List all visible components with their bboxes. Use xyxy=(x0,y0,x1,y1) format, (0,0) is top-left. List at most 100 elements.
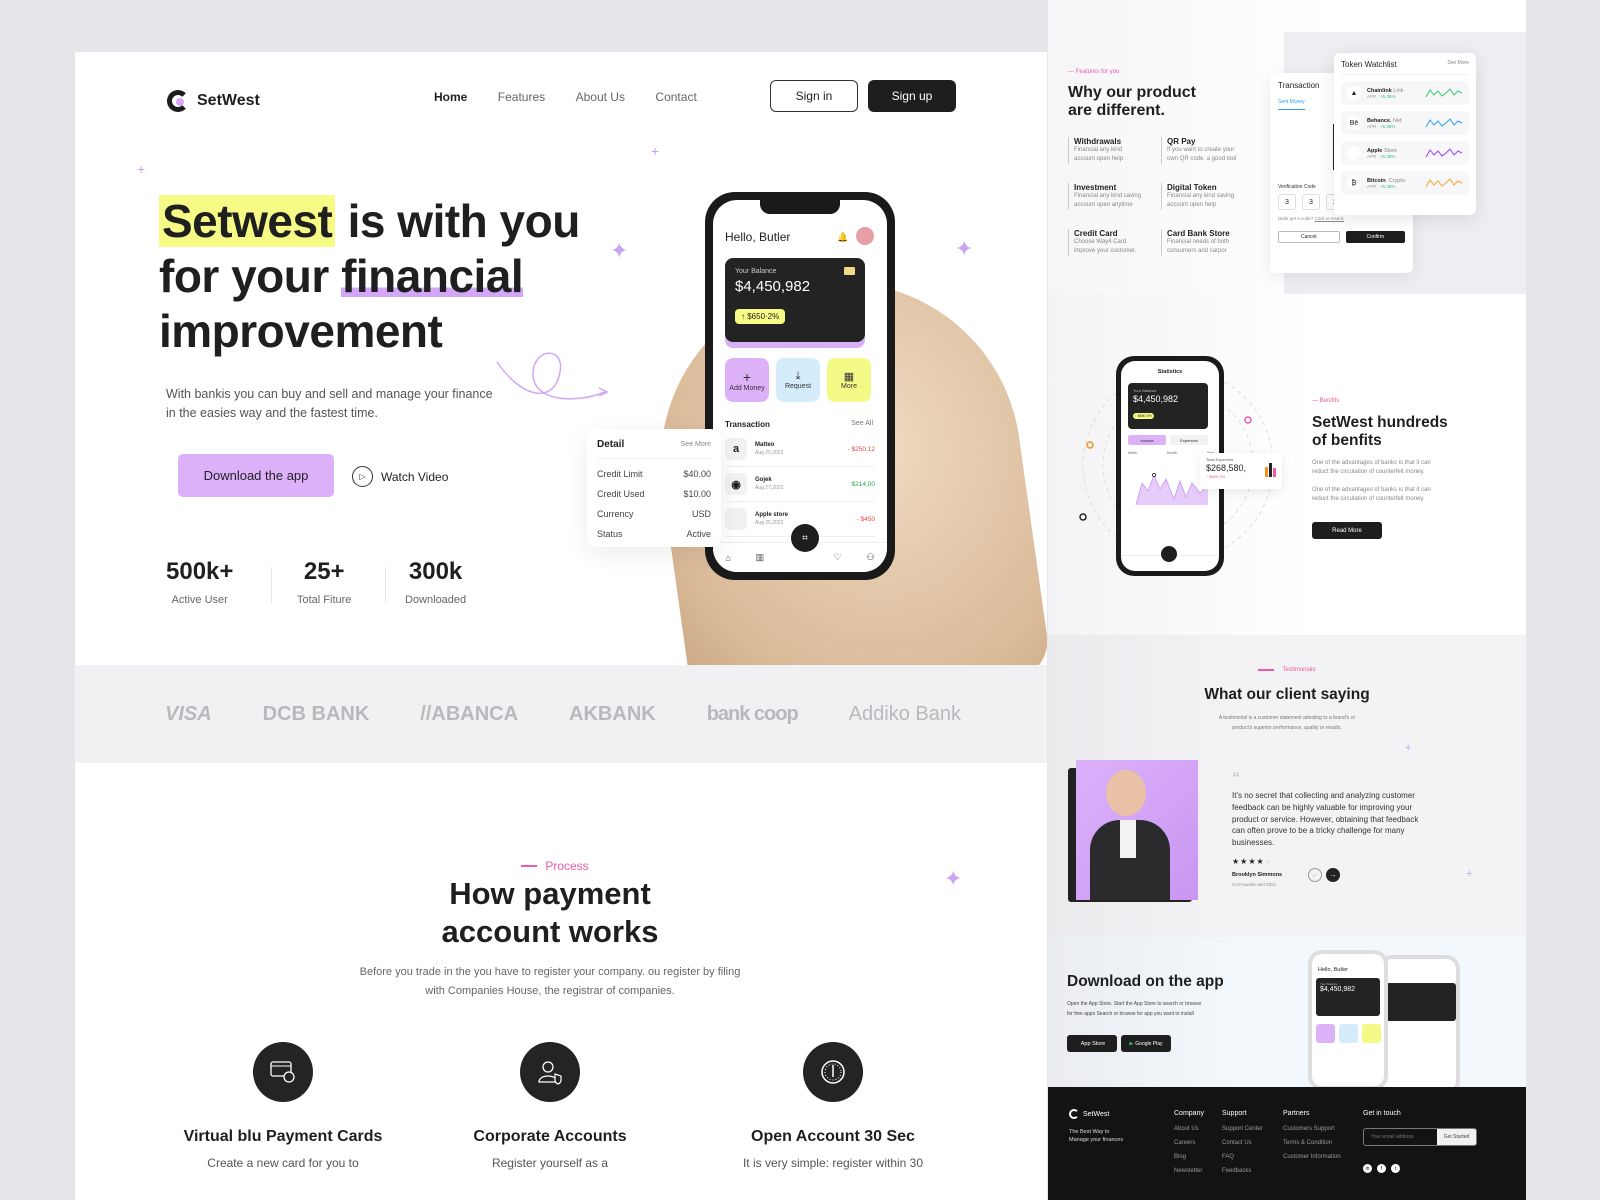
watchlist-row[interactable]: Apple Store APR . +5.35% xyxy=(1341,141,1469,165)
amazon-icon: a xyxy=(725,438,747,460)
nav-about[interactable]: About Us xyxy=(576,90,625,104)
app-store-button[interactable]: App Store xyxy=(1067,1035,1117,1052)
watch-video-button[interactable]: ▷ Watch Video xyxy=(352,466,448,487)
landing-page-main: SetWest Home Features About Us Contact S… xyxy=(75,52,1047,1200)
email-input[interactable] xyxy=(1364,1129,1437,1145)
expenses-tab[interactable]: Expences xyxy=(1170,435,1208,445)
phone-greeting: Hello, Butler xyxy=(725,230,791,244)
play-store-icon: ▶ xyxy=(1129,1040,1134,1047)
confirm-button[interactable]: Confirm xyxy=(1345,231,1405,243)
signin-button[interactable]: Sign in xyxy=(770,80,858,112)
download-phone-back xyxy=(1378,955,1460,1095)
watchlist-see-more[interactable]: See More xyxy=(1447,60,1469,69)
brand-visa: VISA xyxy=(165,702,212,725)
home-tab-icon[interactable]: ⌂ xyxy=(725,553,730,563)
benefits-tag: — Benifits xyxy=(1312,398,1340,404)
main-nav: Home Features About Us Contact xyxy=(434,88,723,106)
phone-notch xyxy=(760,200,840,214)
stats-balance-card: Your Balance $4,450,982 ↑ $650·2% xyxy=(1128,383,1208,429)
request-button[interactable]: ⤓ Request xyxy=(776,358,820,402)
download-title: Download on the app xyxy=(1067,973,1224,990)
arrow-left-icon: ← xyxy=(1311,871,1319,879)
detail-row: Status Active xyxy=(597,529,711,539)
token-icon: ▲ xyxy=(1347,86,1361,100)
benefits-paragraph: One of the advantages of banks is that i… xyxy=(1312,460,1431,475)
nav-features[interactable]: Features xyxy=(498,90,545,104)
play-icon: ▷ xyxy=(352,466,373,487)
right-preview-column: — Features for you Why our product are di… xyxy=(1048,0,1526,1200)
watchlist-row[interactable]: Bē Behance. Net APR . +5.35% xyxy=(1341,111,1469,135)
testimonials-tag: Testimonials xyxy=(1048,667,1526,673)
brand-addiko: Addiko Bank xyxy=(848,702,961,725)
sparkline xyxy=(1425,118,1463,128)
add-money-button[interactable]: + Add Money xyxy=(725,358,769,402)
brand-bankcoop: bank coop xyxy=(706,702,799,725)
profile-tab-icon[interactable]: ⚇ xyxy=(866,552,874,563)
twitter-icon[interactable]: t xyxy=(1391,1164,1400,1173)
scan-button[interactable]: ⌗ xyxy=(791,524,819,552)
card-chip-icon xyxy=(844,267,855,275)
bar-chart-icon xyxy=(1265,463,1276,477)
stats-scan-button[interactable] xyxy=(1161,546,1177,562)
brand-akbank: AKBANK xyxy=(569,702,656,725)
benefits-title: SetWest hundreds of benfits xyxy=(1312,414,1448,449)
favorites-tab-icon[interactable]: ♡ xyxy=(834,552,842,563)
feature-digital-token: Digital Token Financial any kind saving ac… xyxy=(1161,183,1234,210)
footer-logo[interactable]: SetWest xyxy=(1069,1109,1109,1119)
star-icon: ★ xyxy=(1256,857,1265,866)
stats-tab-icon[interactable]: ▥ xyxy=(756,552,765,563)
income-tab[interactable]: Income xyxy=(1128,435,1166,445)
token-icon xyxy=(1347,146,1361,160)
detail-row: Credit Limit $40.00 xyxy=(597,469,711,479)
hero-title-underline-word: financial xyxy=(341,250,524,302)
sent-money-tab[interactable]: Sent Money xyxy=(1278,99,1305,110)
detail-title: Detail xyxy=(597,439,625,450)
plus-icon: + xyxy=(742,368,752,385)
google-play-button[interactable]: ▶ Google Play xyxy=(1121,1035,1171,1052)
transaction-row[interactable]: ◉ Gojek Aug 27,2022 $214,00 xyxy=(725,467,875,502)
cancel-button[interactable]: Cancel xyxy=(1278,231,1340,243)
benefits-paragraph: One of the advantages of banks is that i… xyxy=(1312,487,1431,502)
brand-dcb: DCB BANK xyxy=(262,702,370,725)
user-shield-icon xyxy=(520,1042,580,1102)
nav-contact[interactable]: Contact xyxy=(655,90,696,104)
read-more-button[interactable]: Read More xyxy=(1312,522,1382,539)
sparkle-icon: + xyxy=(1466,868,1473,880)
resend-link[interactable]: Click to resent. xyxy=(1315,216,1345,221)
client-name: Brooklyn Simmons xyxy=(1232,872,1283,878)
quote-icon: “ xyxy=(1232,770,1240,787)
user-avatar[interactable] xyxy=(856,227,874,245)
balance-card: Your Balance $4,450,982 ↑ $650·2% xyxy=(725,258,865,342)
transaction-row[interactable]: a Matteo Aug 25,2022 - $250,12 xyxy=(725,432,875,467)
partner-brands-strip: VISA DCB BANK //ABANCA AKBANK bank coop … xyxy=(75,665,1047,763)
rating-stars: ★★★★★ xyxy=(1232,857,1273,866)
prev-testimonial-button[interactable]: ← xyxy=(1308,868,1322,882)
brand-logo[interactable]: SetWest xyxy=(167,90,260,112)
sparkle-icon: + xyxy=(651,143,660,159)
sparkline xyxy=(1425,178,1463,188)
linkedin-icon[interactable]: in xyxy=(1363,1164,1372,1173)
next-testimonial-button[interactable]: → xyxy=(1326,868,1340,882)
more-button[interactable]: ▦ More xyxy=(827,358,871,402)
stat-total-features: 25+ Total Fiture xyxy=(297,558,352,606)
watchlist-row[interactable]: ₿ Bitcoin .Crypto APR . +5.35% xyxy=(1341,171,1469,195)
sparkle-icon: ✦ xyxy=(955,236,974,261)
notification-bell-icon[interactable]: 🔔 xyxy=(837,232,848,243)
star-icon: ★ xyxy=(1232,857,1241,866)
feature-virtual-cards: Virtual blu Payment Cards Create a new c… xyxy=(173,1042,393,1170)
grid-icon: ▦ xyxy=(843,371,855,383)
watchlist-row[interactable]: ▲ Chainlink Link APR . +5.35% xyxy=(1341,81,1469,105)
testimonial-quote: It's no secret that collecting and analy… xyxy=(1232,791,1419,848)
apple-icon xyxy=(725,508,747,530)
get-started-button[interactable]: Get Started xyxy=(1437,1129,1476,1145)
detail-see-more[interactable]: See More xyxy=(681,441,711,448)
nav-home[interactable]: Home xyxy=(434,90,467,104)
see-all-link[interactable]: See All xyxy=(851,420,873,427)
signup-button[interactable]: Sign up xyxy=(868,80,956,112)
why-tag: — Features for you xyxy=(1068,69,1120,75)
download-app-button[interactable]: Download the app xyxy=(178,454,334,497)
client-photo xyxy=(1076,760,1198,900)
hero-title: Setwest is with you for your financial i… xyxy=(159,195,580,357)
facebook-icon[interactable]: f xyxy=(1377,1164,1386,1173)
sparkle-icon: + xyxy=(137,161,146,177)
